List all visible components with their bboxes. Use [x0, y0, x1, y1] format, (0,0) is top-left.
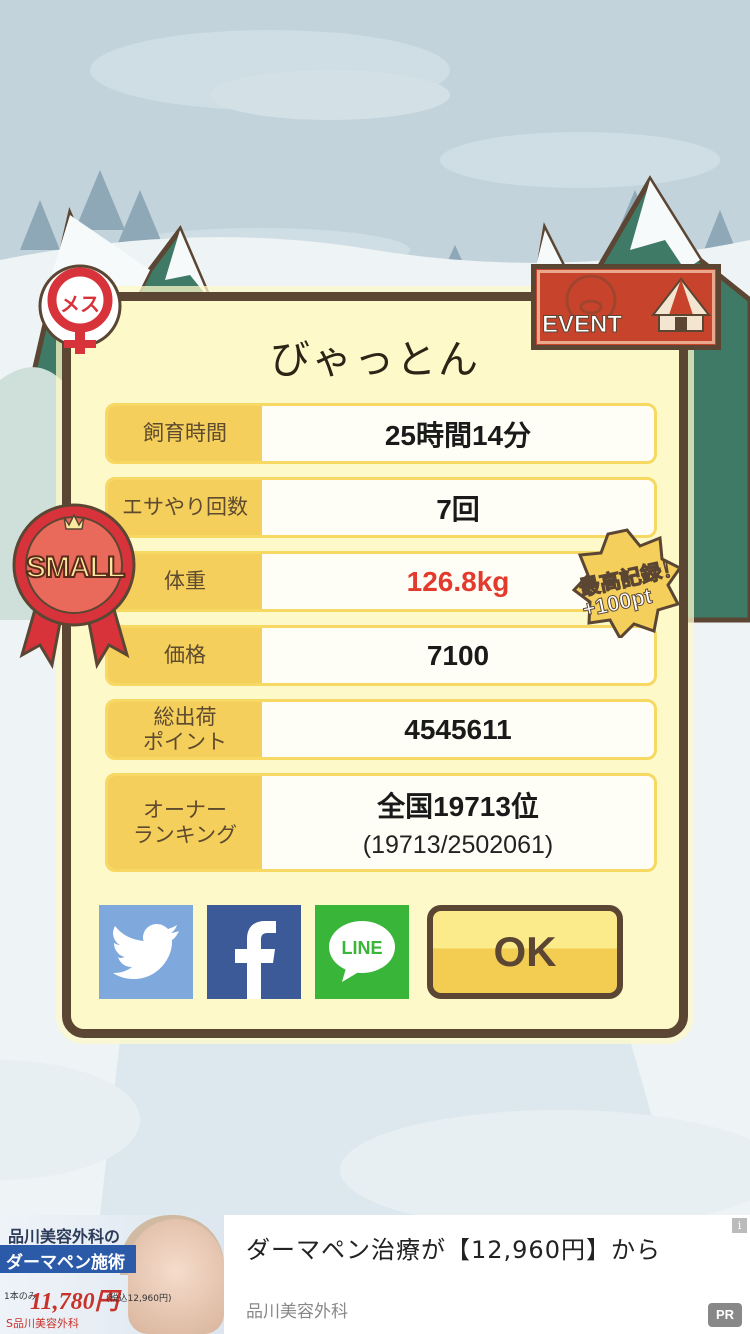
stat-value: 7回	[436, 493, 480, 525]
ad-image-price-note: (税込12,960円)	[106, 1294, 172, 1304]
ad-image-treatment: ダーマペン施術	[0, 1245, 136, 1273]
event-text: EVENT	[541, 311, 623, 339]
stat-label: 総出荷 ポイント	[108, 702, 262, 757]
stat-value: 4545611	[404, 713, 512, 745]
stat-label: オーナー ランキング	[108, 776, 262, 869]
gender-text: メス	[60, 292, 100, 316]
ranking-detail: (19713/2502061)	[362, 831, 554, 859]
ranking-main: 全国19713位	[377, 791, 539, 822]
ad-banner[interactable]: 品川美容外科の ダーマペン施術 1本のみ 11,780円 (税込12,960円)…	[0, 1215, 750, 1334]
ad-headline[interactable]: ダーマペン治療が【12,960円】から	[246, 1230, 661, 1265]
stat-label: 飼育時間	[108, 406, 262, 461]
ad-advertiser: 品川美容外科	[246, 1302, 348, 1322]
stat-row-owner-ranking: オーナー ランキング 全国19713位 (19713/2502061)	[105, 773, 657, 872]
stat-value: 25時間14分	[384, 419, 532, 451]
female-badge: メス	[30, 262, 130, 366]
ok-button[interactable]: OK	[427, 905, 623, 999]
facebook-f-icon	[235, 921, 276, 999]
tent-icon	[651, 277, 711, 332]
ad-model-face	[128, 1219, 224, 1334]
ad-image-footer: S品川美容外科	[6, 1317, 79, 1330]
line-share-button[interactable]: LINE	[315, 905, 409, 999]
stat-value-ranking: 全国19713位 (19713/2502061)	[262, 776, 654, 869]
ad-pr-badge: PR	[708, 1303, 742, 1327]
size-text: SMALL	[25, 550, 126, 585]
twitter-bird-icon	[113, 924, 179, 979]
twitter-share-button[interactable]	[99, 905, 193, 999]
line-label: LINE	[341, 938, 383, 958]
pig-result-dialog: びゃっとん 飼育時間 25時間14分 エサやり回数 7回 体重 126.8kg …	[62, 292, 688, 1038]
ok-button-label: OK	[493, 928, 557, 975]
stat-row-total-points: 総出荷 ポイント 4545611	[105, 699, 657, 760]
ad-image[interactable]: 品川美容外科の ダーマペン施術 1本のみ 11,780円 (税込12,960円)…	[0, 1215, 224, 1334]
stat-row-breeding-time: 飼育時間 25時間14分	[105, 403, 657, 464]
stats-table: 飼育時間 25時間14分 エサやり回数 7回 体重 126.8kg 価格 710…	[105, 403, 657, 885]
ad-info-icon[interactable]: i	[732, 1218, 747, 1233]
event-badge: EVENT	[531, 264, 721, 350]
facebook-share-button[interactable]	[207, 905, 301, 999]
ad-image-clinic: 品川美容外科の	[8, 1227, 121, 1246]
